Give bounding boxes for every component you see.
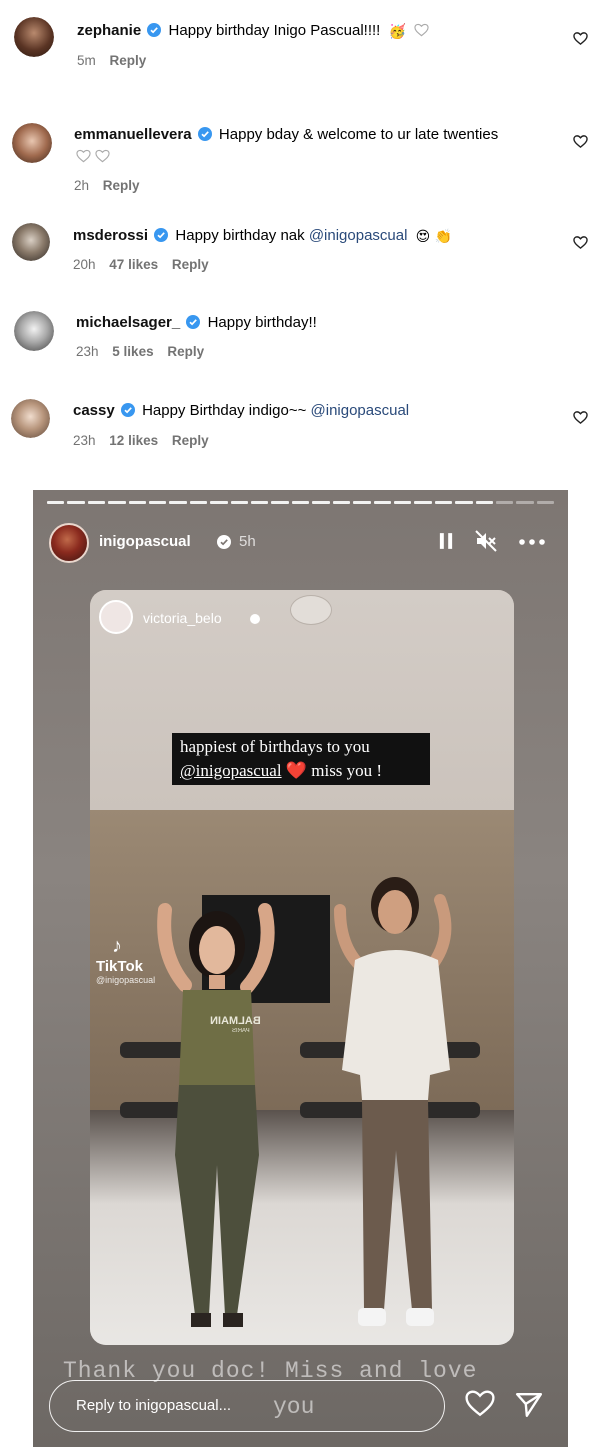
more-options-icon[interactable] bbox=[519, 539, 545, 545]
caption-heart: ❤️ bbox=[285, 761, 307, 781]
likes-count[interactable]: 12 likes bbox=[109, 433, 158, 448]
comment-msderossi: msderossi Happy birthday nak @inigopascu… bbox=[0, 212, 600, 292]
comment-text: Happy birthday nak bbox=[175, 227, 309, 244]
likes-count[interactable]: 47 likes bbox=[109, 257, 158, 272]
avatar-zephanie[interactable] bbox=[14, 17, 54, 57]
story-progress-bar bbox=[47, 501, 555, 504]
verified-badge-icon bbox=[217, 535, 231, 549]
comment-username[interactable]: zephanie bbox=[77, 22, 141, 39]
comment-zephanie: zephanie Happy birthday Inigo Pascual!!!… bbox=[0, 0, 600, 90]
avatar-emmanuellevera[interactable] bbox=[12, 123, 52, 163]
avatar-michaelsager[interactable] bbox=[14, 311, 54, 351]
comment-time: 23h bbox=[73, 433, 96, 448]
verified-badge-icon bbox=[250, 614, 260, 624]
comment-username[interactable]: michaelsager_ bbox=[76, 314, 180, 331]
caption-line2: miss you ! bbox=[307, 761, 383, 780]
caption-line1: happiest of birthdays to you bbox=[180, 737, 370, 756]
likes-count[interactable]: 5 likes bbox=[112, 344, 153, 359]
ceiling-light bbox=[290, 595, 332, 625]
like-heart-icon[interactable] bbox=[573, 31, 588, 46]
heart-icon bbox=[95, 149, 110, 163]
reply-button[interactable]: Reply bbox=[110, 53, 147, 68]
comment-cassy: cassy Happy Birthday indigo~~ @inigopasc… bbox=[0, 388, 600, 468]
caption-mention[interactable]: @inigopascual bbox=[180, 761, 282, 780]
like-heart-icon[interactable] bbox=[573, 410, 588, 425]
comment-time: 20h bbox=[73, 257, 96, 272]
comment-username[interactable]: emmanuellevera bbox=[74, 126, 192, 143]
avatar-msderossi[interactable] bbox=[12, 223, 50, 261]
story-caption: happiest of birthdays to you @inigopascu… bbox=[172, 733, 430, 785]
reply-button[interactable]: Reply bbox=[103, 178, 140, 193]
emoji: 😍 👏 bbox=[415, 229, 453, 245]
man-dancing bbox=[334, 877, 452, 1326]
comment-time: 5m bbox=[77, 53, 96, 68]
comment-text: Happy bday & welcome to ur late twenties bbox=[218, 126, 499, 143]
reply-placeholder: Reply to inigopascual... bbox=[76, 1397, 232, 1414]
reposted-user-avatar[interactable] bbox=[99, 600, 133, 634]
shirt-logo: BALMAIN bbox=[210, 1015, 261, 1027]
comment-time: 2h bbox=[74, 178, 90, 193]
reposted-username[interactable]: victoria_belo bbox=[143, 610, 222, 626]
story-viewer[interactable]: inigopascual 5h victoria_belo happiest o… bbox=[33, 490, 568, 1447]
story-header: inigopascual 5h bbox=[49, 523, 552, 563]
story-time: 5h bbox=[239, 533, 256, 550]
reply-button[interactable]: Reply bbox=[167, 344, 204, 359]
send-icon[interactable] bbox=[515, 1391, 543, 1419]
reply-button[interactable]: Reply bbox=[172, 433, 209, 448]
verified-badge-icon bbox=[120, 403, 135, 417]
comment-text: Happy Birthday indigo~~ bbox=[142, 402, 311, 419]
story-text-overlay-line2: you bbox=[273, 1394, 315, 1420]
comment-username[interactable]: msderossi bbox=[73, 227, 148, 244]
verified-badge-icon bbox=[197, 127, 212, 141]
party-emoji: 🥳 bbox=[388, 24, 406, 40]
reposted-story-card[interactable]: victoria_belo happiest of birthdays to y… bbox=[90, 590, 514, 1345]
mention-link[interactable]: @inigopascual bbox=[309, 227, 408, 244]
heart-icon bbox=[76, 149, 91, 163]
comment-text: Happy birthday Inigo Pascual!!!! bbox=[168, 22, 381, 39]
reply-button[interactable]: Reply bbox=[172, 257, 209, 272]
comment-username[interactable]: cassy bbox=[73, 402, 115, 419]
comment-emmanuellevera: emmanuellevera Happy bday & welcome to u… bbox=[0, 110, 600, 205]
story-username[interactable]: inigopascual bbox=[99, 533, 191, 550]
verified-badge-icon bbox=[147, 23, 162, 37]
shirt-logo-sub: PARIS bbox=[232, 1028, 250, 1034]
heart-icon[interactable] bbox=[465, 1390, 495, 1417]
mention-link[interactable]: @inigopascual bbox=[311, 402, 410, 419]
avatar-cassy[interactable] bbox=[11, 399, 50, 438]
verified-badge-icon bbox=[186, 315, 201, 329]
pause-icon[interactable] bbox=[439, 531, 453, 551]
comment-michaelsager: michaelsager_ Happy birthday!! 23h 5 lik… bbox=[0, 300, 600, 380]
comment-time: 23h bbox=[76, 344, 99, 359]
verified-badge-icon bbox=[154, 228, 169, 242]
like-heart-icon[interactable] bbox=[573, 235, 588, 250]
comment-text: Happy birthday!! bbox=[207, 314, 317, 331]
story-reply-input[interactable]: Reply to inigopascual... bbox=[49, 1380, 445, 1432]
story-avatar[interactable] bbox=[49, 523, 89, 563]
muted-speaker-icon[interactable] bbox=[474, 529, 498, 553]
like-heart-icon[interactable] bbox=[573, 134, 588, 149]
woman-dancing bbox=[157, 903, 275, 1327]
heart-icon bbox=[414, 23, 429, 37]
